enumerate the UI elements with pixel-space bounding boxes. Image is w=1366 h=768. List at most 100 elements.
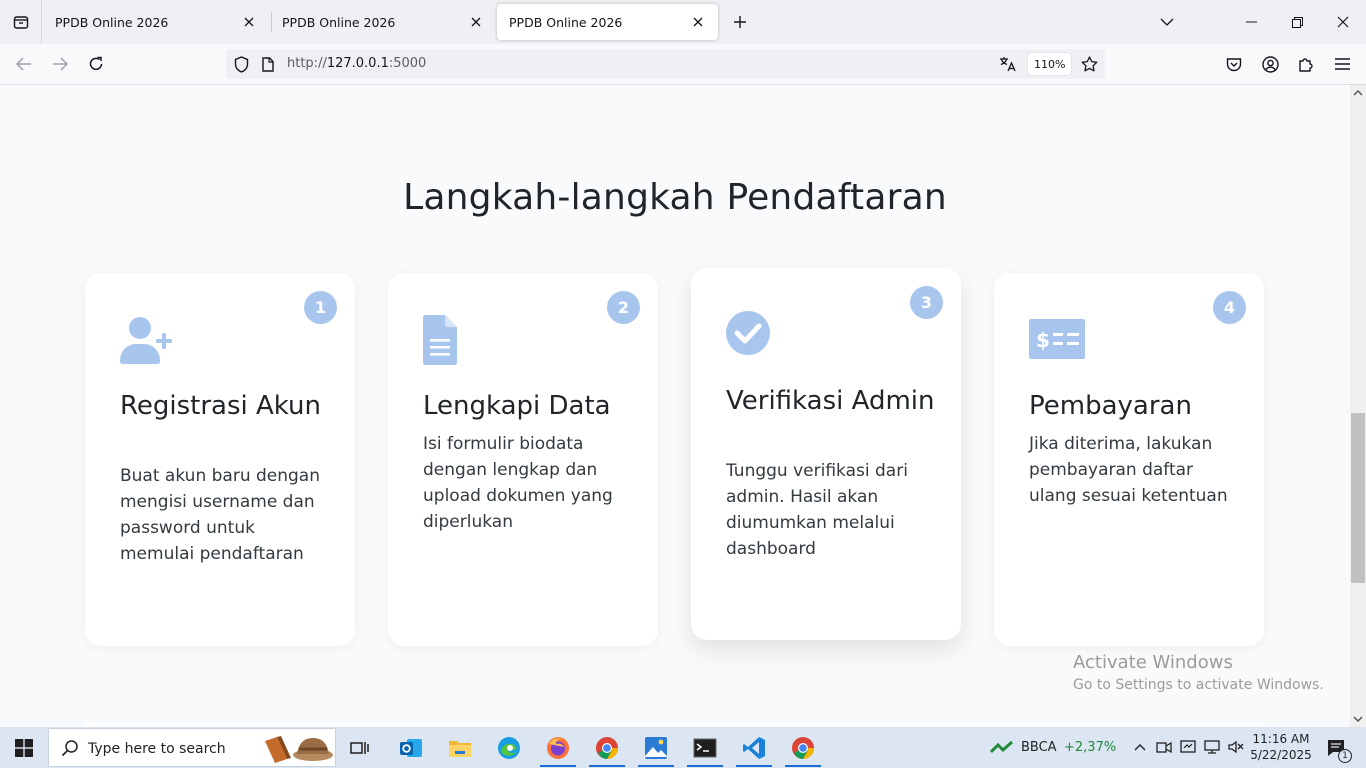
terminal-icon xyxy=(693,738,717,757)
url-host: 127.0.0.1 xyxy=(326,56,389,71)
scroll-thumb[interactable] xyxy=(1351,413,1365,583)
tab-title: PPDB Online 2026 xyxy=(282,14,396,30)
step-card-pembayaran: 4 $ Pembayaran Jika diterima, lakukan pe… xyxy=(994,273,1264,646)
start-button[interactable] xyxy=(0,727,48,768)
taskbar-chrome[interactable] xyxy=(583,728,631,767)
minimize-button[interactable] xyxy=(1228,0,1274,44)
browser-tab-1[interactable]: PPDB Online 2026 xyxy=(43,4,269,40)
menu-button[interactable] xyxy=(1328,50,1356,78)
notification-count-badge: 1 xyxy=(1338,749,1352,763)
chevron-down-icon xyxy=(1160,18,1174,26)
url-scheme: http:// xyxy=(287,56,327,71)
browser-tab-3-active[interactable]: PPDB Online 2026 xyxy=(497,4,718,40)
network-icon[interactable] xyxy=(1203,738,1221,756)
taskbar-image-app[interactable] xyxy=(632,728,680,767)
tab-close-button[interactable] xyxy=(239,12,259,32)
chrome-icon xyxy=(596,736,618,759)
windows-taskbar: Type here to search BBCA +2,37% 11:16 AM… xyxy=(0,727,1366,768)
step-number-badge: 2 xyxy=(607,291,640,324)
stock-change[interactable]: +2,37% xyxy=(1064,740,1116,755)
stock-trend-icon[interactable] xyxy=(990,738,1014,756)
shield-icon[interactable] xyxy=(231,54,251,74)
step-description: Isi formulir biodata dengan lengkap dan … xyxy=(423,434,613,532)
search-placeholder: Type here to search xyxy=(88,741,226,757)
step-description: Jika diterima, lakukan pembayaran daftar… xyxy=(1029,434,1228,506)
address-bar[interactable]: http://127.0.0.1:5000 110% xyxy=(226,49,1105,79)
firefox-icon xyxy=(547,736,569,759)
search-icon xyxy=(61,740,78,757)
restore-button[interactable] xyxy=(1274,0,1320,44)
tray-overflow-button[interactable] xyxy=(1131,738,1149,756)
browser-tab-2[interactable]: PPDB Online 2026 xyxy=(270,4,496,40)
zoom-level-button[interactable]: 110% xyxy=(1028,53,1072,75)
step-title: Registrasi Akun xyxy=(120,391,322,421)
taskbar-firefox[interactable] xyxy=(534,728,582,767)
extensions-button[interactable] xyxy=(1292,50,1320,78)
step-card-lengkapi-data: 2 Lengkapi Data Isi formulir biodata den… xyxy=(388,273,658,646)
new-tab-button[interactable] xyxy=(728,10,752,34)
url-port: :5000 xyxy=(388,56,427,71)
translate-icon[interactable] xyxy=(998,54,1018,74)
arrow-right-icon xyxy=(53,57,68,71)
arrow-left-icon xyxy=(16,57,31,71)
system-clock[interactable]: 11:16 AM 5/22/2025 xyxy=(1248,731,1314,763)
account-button[interactable] xyxy=(1256,50,1284,78)
volume-muted-icon[interactable] xyxy=(1227,738,1245,756)
tab-list-button[interactable] xyxy=(0,0,42,44)
taskbar-file-explorer[interactable] xyxy=(436,728,484,767)
step-number-badge: 3 xyxy=(910,286,943,319)
bookmark-star-icon[interactable] xyxy=(1079,54,1099,74)
taskbar-edge[interactable] xyxy=(485,728,533,767)
tab-title: PPDB Online 2026 xyxy=(509,14,623,30)
tab-close-button[interactable] xyxy=(688,12,708,32)
document-icon xyxy=(423,315,457,365)
clock-date: 5/22/2025 xyxy=(1250,748,1312,762)
page-content: Langkah-langkah Pendaftaran 1 Registrasi… xyxy=(0,85,1350,727)
vertical-scrollbar[interactable] xyxy=(1350,85,1366,727)
minimize-icon xyxy=(1245,21,1257,23)
forward-button[interactable] xyxy=(46,50,74,78)
reload-button[interactable] xyxy=(82,50,110,78)
folder-icon xyxy=(449,740,471,757)
photos-icon xyxy=(645,736,667,759)
notification-center-button[interactable]: 1 xyxy=(1324,737,1352,763)
step-description: Buat akun baru dengan mengisi username d… xyxy=(120,466,320,564)
task-view-button[interactable] xyxy=(336,728,384,767)
step-card-registrasi: 1 Registrasi Akun Buat akun baru dengan … xyxy=(85,273,355,646)
step-title: Pembayaran xyxy=(1029,391,1192,421)
user-plus-icon xyxy=(120,317,172,364)
page-icon[interactable] xyxy=(258,54,278,74)
close-icon xyxy=(693,17,703,27)
watermark-title: Activate Windows xyxy=(1073,652,1233,673)
step-title: Lengkapi Data xyxy=(423,391,611,421)
pocket-icon xyxy=(1226,57,1242,71)
taskbar-vscode[interactable] xyxy=(730,728,778,767)
tab-overflow-button[interactable] xyxy=(1144,0,1190,44)
outlook-icon xyxy=(400,738,422,757)
meet-now-icon[interactable] xyxy=(1155,738,1173,756)
check-circle-icon xyxy=(726,311,770,355)
stock-symbol[interactable]: BBCA xyxy=(1021,740,1057,755)
money-bill-icon: $ xyxy=(1029,319,1085,359)
vscode-icon xyxy=(743,736,765,759)
taskbar-search-box[interactable]: Type here to search xyxy=(48,728,336,767)
tab-list-icon xyxy=(13,16,28,29)
restore-icon xyxy=(1291,16,1303,28)
step-description: Tunggu verifikasi dari admin. Hasil akan… xyxy=(726,461,908,559)
taskbar-chrome-2[interactable] xyxy=(779,728,827,767)
display-icon[interactable] xyxy=(1179,738,1197,756)
taskbar-terminal[interactable] xyxy=(681,728,729,767)
step-title: Verifikasi Admin xyxy=(726,386,935,416)
tab-close-button[interactable] xyxy=(466,12,486,32)
hamburger-menu-icon xyxy=(1334,58,1350,70)
url-text[interactable]: http://127.0.0.1:5000 xyxy=(287,56,426,71)
task-view-icon xyxy=(350,741,369,754)
puzzle-icon xyxy=(1299,58,1313,72)
scroll-up-button[interactable] xyxy=(1350,85,1366,101)
close-window-button[interactable] xyxy=(1320,0,1366,44)
taskbar-outlook[interactable] xyxy=(387,728,435,767)
scroll-down-button[interactable] xyxy=(1350,711,1366,727)
pocket-button[interactable] xyxy=(1220,50,1248,78)
step-card-verifikasi: 3 Verifikasi Admin Tunggu verifikasi dar… xyxy=(691,268,961,640)
back-button[interactable] xyxy=(10,50,38,78)
